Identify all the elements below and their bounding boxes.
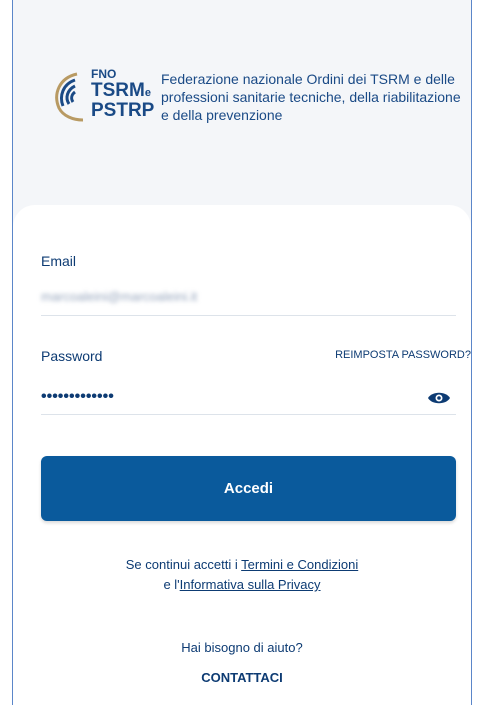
- header: FNO TSRMe PSTRP Federazione nazionale Or…: [13, 0, 471, 215]
- logo-arcs-icon: [55, 72, 84, 122]
- contact-link[interactable]: CONTATTACI: [13, 670, 471, 685]
- login-card: Email marcoaleini@marcoaleini.it Passwor…: [13, 205, 471, 705]
- terms-link[interactable]: Termini e Condizioni: [241, 557, 358, 572]
- logo-fno: FNO: [91, 67, 117, 81]
- eye-icon[interactable]: [427, 391, 451, 405]
- logo-e: e: [144, 87, 151, 99]
- email-field[interactable]: marcoaleini@marcoaleini.it: [41, 289, 197, 304]
- federation-name: Federazione nazionale Ordini dei TSRM e …: [161, 71, 461, 123]
- terms-prefix: Se continui accetti i: [125, 557, 242, 572]
- logo-pstrp: PSTRP: [91, 100, 155, 121]
- app-frame: FNO TSRMe PSTRP Federazione nazionale Or…: [12, 0, 472, 705]
- logo-wordmark: FNO TSRMe PSTRP: [91, 68, 154, 120]
- terms-notice: Se continui accetti i Termini e Condizio…: [13, 555, 471, 595]
- help-question: Hai bisogno di aiuto?: [181, 640, 303, 655]
- reset-password-link[interactable]: REIMPOSTA PASSWORD?: [335, 349, 471, 361]
- logo-tsrm: TSRMe: [91, 81, 154, 100]
- login-button[interactable]: Accedi: [41, 456, 456, 521]
- logo-tsrm-text: TSRM: [91, 80, 145, 101]
- terms-middle: e l': [163, 577, 180, 592]
- password-field[interactable]: •••••••••••••: [41, 388, 114, 406]
- email-underline: [41, 315, 456, 316]
- email-label: Email: [41, 253, 77, 269]
- password-underline: [41, 414, 456, 415]
- password-label: Password: [41, 348, 103, 364]
- fno-tsrm-pstrp-logo: FNO TSRMe PSTRP: [47, 68, 154, 128]
- privacy-link[interactable]: Informativa sulla Privacy: [180, 577, 321, 592]
